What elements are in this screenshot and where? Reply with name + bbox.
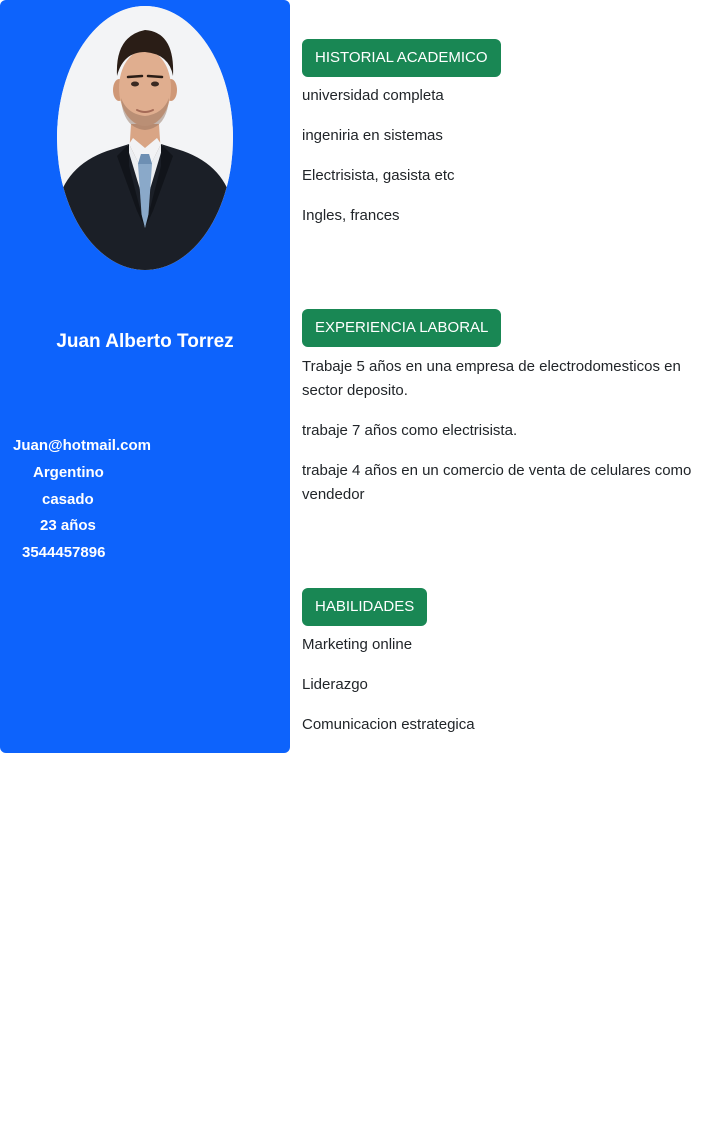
contact-info: Juan@hotmail.com Argentino casado 23 año… xyxy=(0,433,290,567)
profile-name: Juan Alberto Torrez xyxy=(56,331,234,352)
academic-item: ingeniria en sistemas xyxy=(302,127,443,144)
section-title-experience: EXPERIENCIA LABORAL xyxy=(302,309,502,347)
profile-photo xyxy=(57,6,233,270)
skill-item: Marketing online xyxy=(302,636,413,653)
contact-age: 23 años xyxy=(40,517,96,535)
contact-email: Juan@hotmail.com xyxy=(13,437,151,454)
academic-item: universidad completa xyxy=(302,87,444,104)
experience-item: trabaje 7 años como electrisista. xyxy=(302,422,518,439)
section-title-academic: HISTORIAL ACADEMICO xyxy=(302,39,501,77)
skill-item: Comunicacion estrategica xyxy=(302,716,475,733)
contact-civil-status: casado xyxy=(42,490,94,508)
skill-item: Liderazgo xyxy=(302,676,368,693)
contact-phone: 3544457896 xyxy=(22,544,106,562)
experience-item: Trabaje 5 años en una empresa de electro… xyxy=(302,358,681,399)
experience-item: trabaje 4 años en un comercio de venta d… xyxy=(302,462,692,503)
section-title-skills: HABILIDADES xyxy=(302,588,428,626)
academic-item: Electrisista, gasista etc xyxy=(302,167,455,184)
academic-item: Ingles, frances xyxy=(302,207,400,224)
cv-page: Juan Alberto Torrez Juan@hotmail.com Arg… xyxy=(0,0,720,1135)
profile-sidebar: Juan Alberto Torrez Juan@hotmail.com Arg… xyxy=(0,0,290,753)
contact-nationality: Argentino xyxy=(33,463,104,481)
